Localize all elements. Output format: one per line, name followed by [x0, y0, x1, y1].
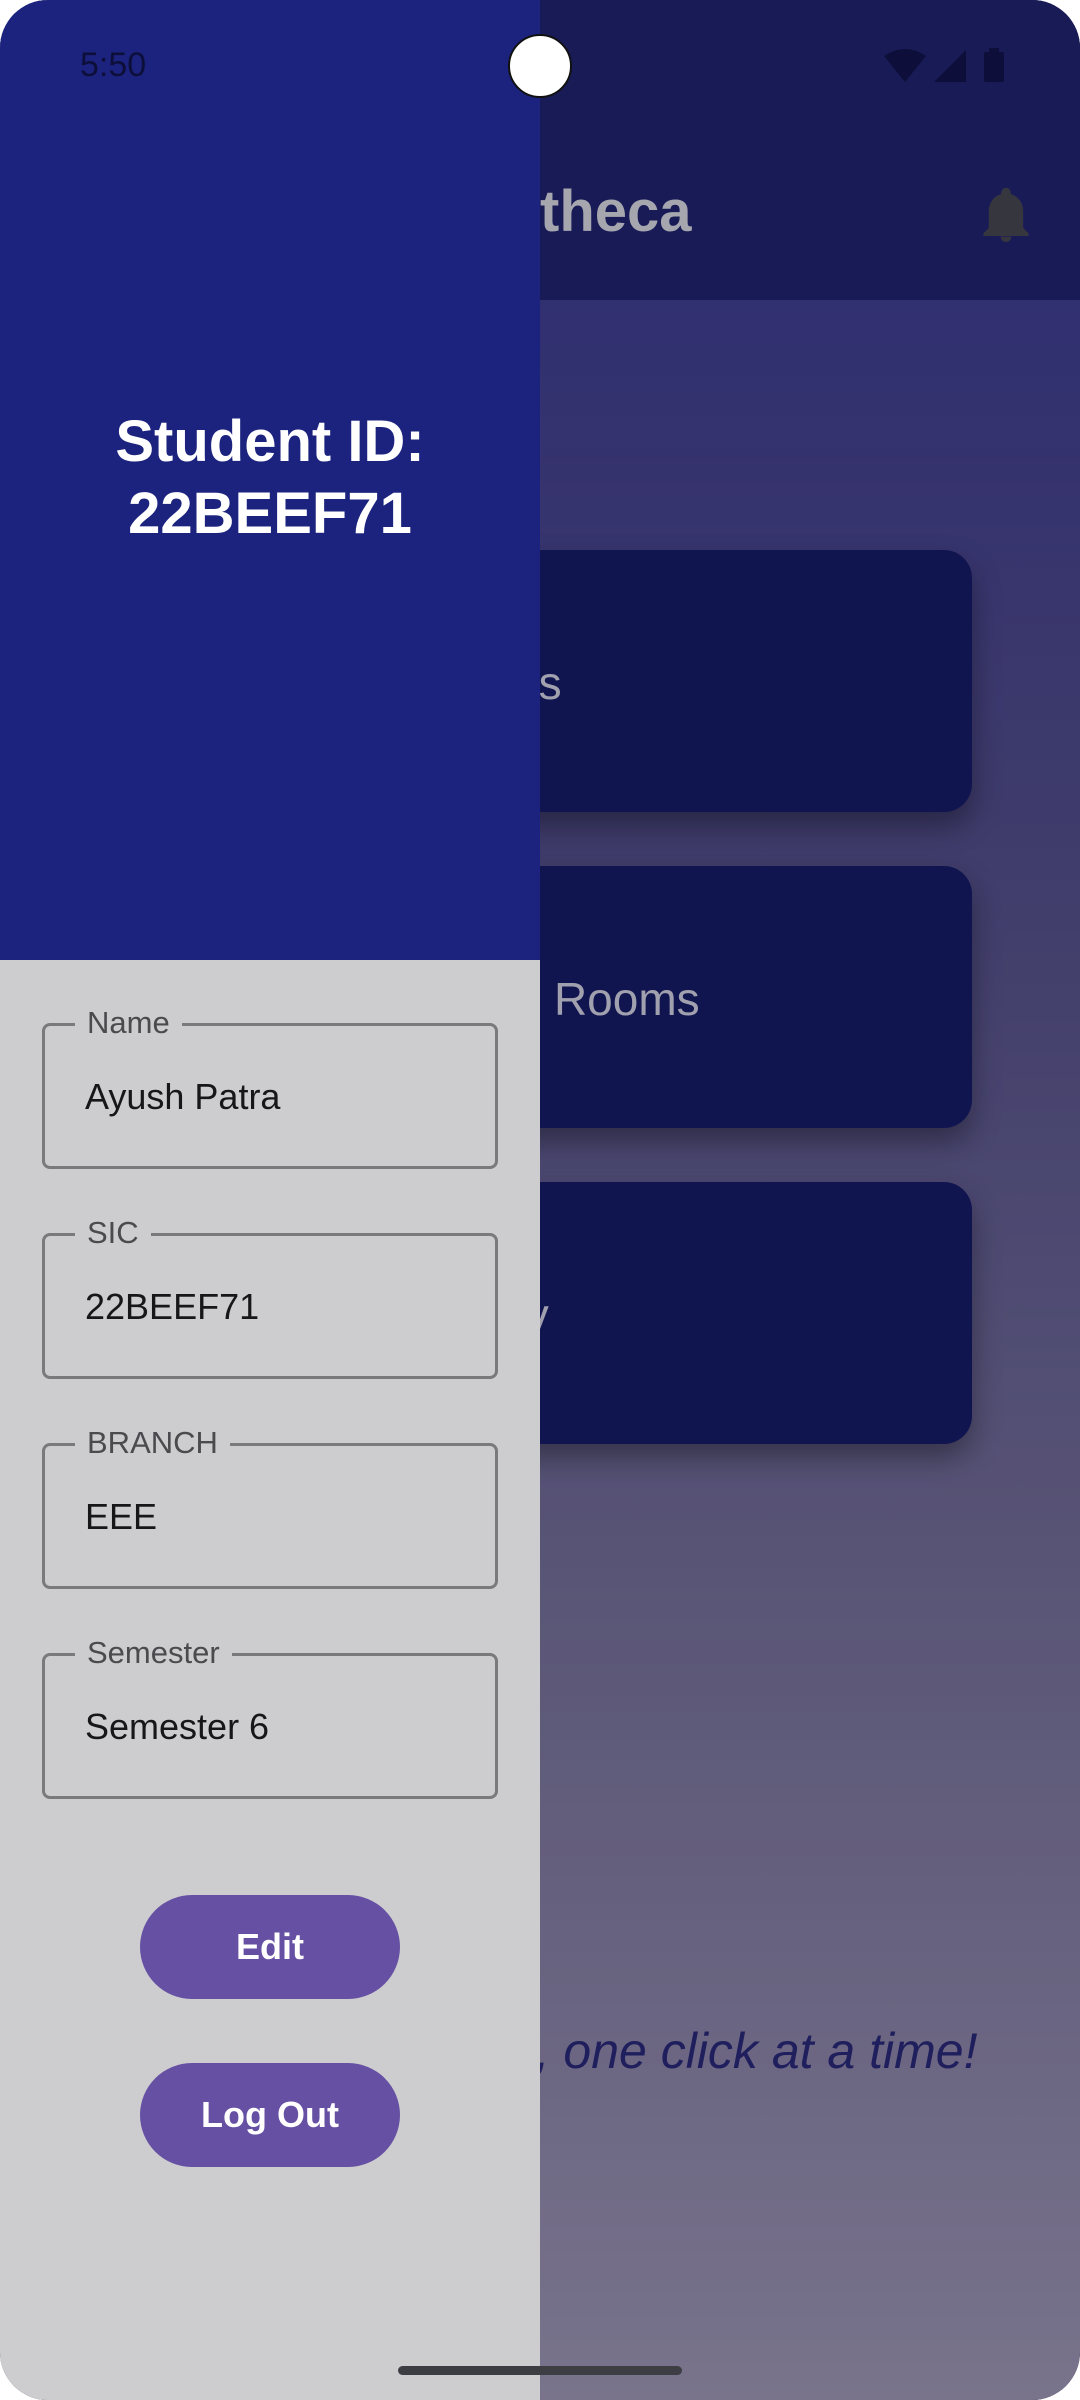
branch-field-label: BRANCH: [75, 1424, 230, 1462]
camera-cutout: [508, 34, 572, 98]
home-indicator[interactable]: [398, 2366, 682, 2375]
name-field-value: Ayush Patra: [85, 1076, 281, 1117]
wifi-icon: [884, 49, 926, 82]
branch-field[interactable]: BRANCH EEE: [42, 1424, 498, 1589]
navigation-drawer: Student ID: 22BEEF71 Name Ayush Patra SIC…: [0, 0, 540, 2400]
sic-field-label: SIC: [75, 1214, 151, 1252]
phone-screen: theca oks on Rooms tify ge, one click at…: [0, 0, 1080, 2400]
status-time: 5:50: [80, 46, 147, 84]
semester-field-value: Semester 6: [85, 1706, 270, 1747]
name-field-label: Name: [75, 1004, 182, 1042]
status-icons: [884, 48, 1004, 82]
semester-field[interactable]: Semester Semester 6: [42, 1634, 498, 1799]
student-id-value: 22BEEF71: [128, 481, 412, 546]
drawer-header: Student ID: 22BEEF71: [0, 0, 540, 960]
logout-button[interactable]: Log Out: [140, 2063, 400, 2167]
student-id-title: Student ID: 22BEEF71: [0, 406, 540, 550]
student-id-label: Student ID:: [115, 409, 425, 474]
sic-field-value: 22BEEF71: [85, 1286, 260, 1327]
edit-button[interactable]: Edit: [140, 1895, 400, 1999]
semester-field-label: Semester: [75, 1634, 232, 1672]
sic-field[interactable]: SIC 22BEEF71: [42, 1214, 498, 1379]
cellular-signal-icon: [934, 50, 966, 82]
name-field[interactable]: Name Ayush Patra: [42, 1004, 498, 1169]
branch-field-value: EEE: [85, 1496, 158, 1537]
battery-icon: [984, 48, 1004, 82]
